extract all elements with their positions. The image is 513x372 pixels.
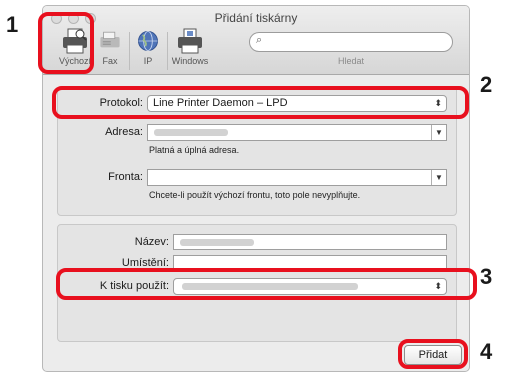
toolbar-ip-label: IP bbox=[143, 56, 153, 66]
address-field[interactable]: ▼ bbox=[147, 124, 447, 141]
callout-highlight-2 bbox=[52, 86, 469, 119]
toolbar-windows-label: Windows bbox=[171, 56, 209, 66]
search-label: Hledat bbox=[337, 56, 364, 66]
toolbar-fax-button[interactable]: Fax bbox=[95, 26, 125, 72]
name-value-redacted bbox=[180, 239, 254, 246]
fax-icon bbox=[100, 31, 120, 48]
address-label: Adresa: bbox=[105, 126, 143, 138]
toolbar-separator bbox=[129, 32, 130, 70]
callout-number-3: 3 bbox=[480, 264, 493, 289]
window-title: Přidání tiskárny bbox=[214, 11, 298, 25]
callout-highlight-1 bbox=[38, 12, 94, 74]
callout-highlight-4 bbox=[398, 339, 468, 369]
address-value-redacted bbox=[154, 129, 228, 136]
toolbar-windows-button[interactable]: Windows bbox=[169, 26, 211, 72]
globe-icon bbox=[138, 31, 158, 51]
toolbar-separator bbox=[167, 32, 168, 70]
chevron-down-icon[interactable]: ▼ bbox=[431, 170, 446, 185]
callout-highlight-3 bbox=[56, 268, 477, 300]
toolbar-ip-button[interactable]: IP bbox=[131, 26, 165, 72]
callout-number-4: 4 bbox=[480, 339, 493, 364]
toolbar-fax-label: Fax bbox=[102, 56, 118, 66]
name-label: Název: bbox=[134, 236, 169, 248]
callout-number-1: 1 bbox=[6, 12, 19, 37]
search-field[interactable]: ⌕ bbox=[249, 32, 453, 52]
chevron-down-icon[interactable]: ▼ bbox=[431, 125, 446, 140]
name-field[interactable] bbox=[173, 234, 447, 250]
queue-label: Fronta: bbox=[108, 171, 143, 183]
windows-printer-icon bbox=[178, 28, 202, 54]
queue-hint: Chcete-li použít výchozí frontu, toto po… bbox=[149, 190, 361, 200]
title-bar: Přidání tiskárny Výchozí Fax IP Windows … bbox=[43, 6, 469, 75]
queue-field[interactable]: ▼ bbox=[147, 169, 447, 186]
address-hint: Platná a úplná adresa. bbox=[149, 145, 240, 155]
search-icon: ⌕ bbox=[256, 34, 263, 46]
add-printer-window: Přidání tiskárny Výchozí Fax IP Windows … bbox=[42, 5, 470, 372]
callout-number-2: 2 bbox=[480, 72, 493, 97]
